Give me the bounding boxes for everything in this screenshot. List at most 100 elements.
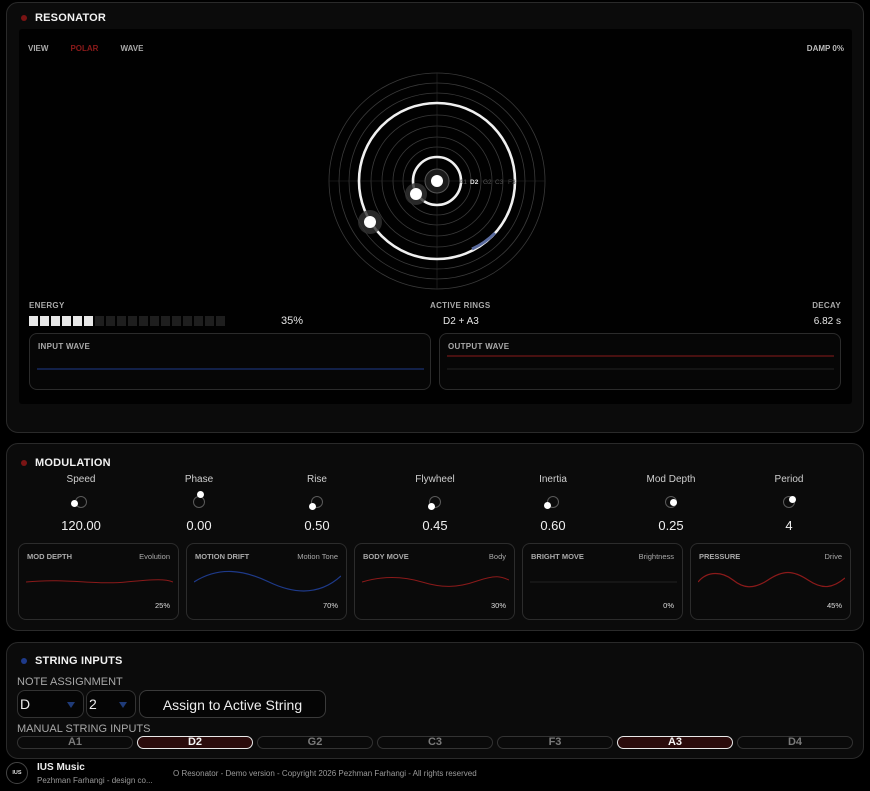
knob-label: Speed xyxy=(66,474,96,485)
knob-label: Rise xyxy=(306,474,327,485)
assign-button[interactable]: Assign to Active String xyxy=(139,690,326,718)
status-dot-icon xyxy=(21,460,27,466)
tab-polar[interactable]: POLAR xyxy=(70,44,98,53)
mod-depth-knob[interactable] xyxy=(665,496,677,508)
string-button-a3[interactable]: A3 xyxy=(617,736,733,749)
string-inputs-title: STRING INPUTS xyxy=(35,655,123,667)
energy-segment xyxy=(62,316,71,326)
energy-segment xyxy=(51,316,60,326)
knob-label: Period xyxy=(774,474,804,485)
brand-subtitle: Pezhman Farhangi - design co... xyxy=(37,776,153,785)
phase-knob[interactable] xyxy=(193,491,205,508)
knob-inertia: Inertia 0.60 xyxy=(503,474,603,533)
energy-segment xyxy=(84,316,93,326)
energy-segment xyxy=(117,316,126,326)
energy-segment xyxy=(183,316,192,326)
ring-label-f3: F3 xyxy=(508,179,516,186)
mod-depth-wave xyxy=(26,579,173,584)
card-percent: 30% xyxy=(490,601,506,610)
card-label: PRESSURE xyxy=(699,552,741,561)
knob-value: 4 xyxy=(785,518,793,533)
motion-drift-wave xyxy=(194,570,341,592)
card-target: Drive xyxy=(824,552,842,561)
active-rings-label: ACTIVE RINGS xyxy=(430,301,491,310)
tab-wave[interactable]: WAVE xyxy=(120,44,143,53)
ring-node-d2 xyxy=(410,188,422,200)
knob-label: Mod Depth xyxy=(646,474,696,485)
energy-segment xyxy=(216,316,225,326)
motion-drift-card[interactable]: MOTION DRIFT Motion Tone 70% xyxy=(186,543,347,620)
body-move-wave xyxy=(362,576,509,587)
card-percent: 45% xyxy=(826,601,842,610)
energy-segment xyxy=(205,316,214,326)
note-select[interactable]: D xyxy=(17,690,84,718)
knob-value: 0.25 xyxy=(658,518,684,533)
energy-segment xyxy=(128,316,137,326)
knob-value: 0.45 xyxy=(422,518,448,533)
decay-label: DECAY xyxy=(812,301,841,310)
card-percent: 70% xyxy=(322,601,338,610)
string-button-c3[interactable]: C3 xyxy=(377,736,493,749)
string-button-g2[interactable]: G2 xyxy=(257,736,373,749)
ring-label-g2: G2 xyxy=(483,179,492,186)
decay-value: 6.82 s xyxy=(813,316,841,327)
pressure-card[interactable]: PRESSURE Drive 45% xyxy=(690,543,851,620)
input-wave-box: INPUT WAVE xyxy=(29,333,431,390)
brand-name: IUS Music xyxy=(37,762,85,773)
ring-label-a1: A1 xyxy=(459,179,467,186)
flywheel-knob[interactable] xyxy=(428,496,441,510)
knob-label: Flywheel xyxy=(415,474,455,485)
energy-segment xyxy=(29,316,38,326)
view-tabs: VIEW POLAR WAVE xyxy=(28,44,143,53)
card-label: BODY MOVE xyxy=(363,552,409,561)
card-target: Motion Tone xyxy=(297,552,338,561)
bright-move-wave xyxy=(530,581,677,583)
energy-meter xyxy=(29,316,225,326)
mod-depth-card[interactable]: MOD DEPTH Evolution 25% xyxy=(18,543,179,620)
copyright-text: O Resonator - Demo version - Copyright 2… xyxy=(173,769,477,778)
energy-value: 35% xyxy=(281,315,304,327)
card-label: MOTION DRIFT xyxy=(195,552,250,561)
modulation-title: MODULATION xyxy=(35,457,111,469)
card-target: Brightness xyxy=(638,552,674,561)
string-inputs-header: STRING INPUTS xyxy=(21,655,123,667)
bright-move-card[interactable]: BRIGHT MOVE Brightness 0% xyxy=(522,543,683,620)
inertia-knob[interactable] xyxy=(544,496,559,509)
card-percent: 0% xyxy=(663,601,674,610)
knob-mod-depth: Mod Depth 0.25 xyxy=(621,474,721,533)
manual-string-inputs-label: MANUAL STRING INPUTS xyxy=(17,723,151,735)
card-target: Evolution xyxy=(139,552,170,561)
ring-node-a3 xyxy=(364,216,376,228)
energy-segment xyxy=(161,316,170,326)
input-wave-plot xyxy=(37,368,424,370)
output-wave-plot xyxy=(447,355,834,370)
polar-ring-display[interactable]: A1 D2 G2 C3 F3 xyxy=(327,71,547,291)
octave-select[interactable]: 2 xyxy=(86,690,136,718)
string-button-a1[interactable]: A1 xyxy=(17,736,133,749)
knob-value: 0.60 xyxy=(540,518,566,533)
energy-segment xyxy=(139,316,148,326)
energy-segment xyxy=(40,316,49,326)
octave-select-value: 2 xyxy=(89,696,97,712)
card-percent: 25% xyxy=(154,601,170,610)
chevron-down-icon xyxy=(67,702,75,708)
chevron-down-icon xyxy=(119,702,127,708)
brand-logo: IUS xyxy=(6,762,28,784)
string-button-f3[interactable]: F3 xyxy=(497,736,613,749)
period-knob[interactable] xyxy=(783,496,796,508)
card-label: MOD DEPTH xyxy=(27,552,72,561)
tab-view[interactable]: VIEW xyxy=(28,44,48,53)
speed-knob[interactable] xyxy=(71,496,87,508)
body-move-card[interactable]: BODY MOVE Body 30% xyxy=(354,543,515,620)
string-button-d4[interactable]: D4 xyxy=(737,736,853,749)
note-assignment-label: NOTE ASSIGNMENT xyxy=(17,676,123,688)
modulation-header: MODULATION xyxy=(21,457,111,469)
note-select-value: D xyxy=(20,696,31,712)
pressure-wave xyxy=(698,571,845,588)
string-button-d2[interactable]: D2 xyxy=(137,736,253,749)
knob-rise: Rise 0.50 xyxy=(267,474,367,533)
knob-speed: Speed 120.00 xyxy=(31,474,131,533)
energy-segment xyxy=(106,316,115,326)
rise-knob[interactable] xyxy=(309,496,323,510)
knob-label: Inertia xyxy=(539,474,567,485)
